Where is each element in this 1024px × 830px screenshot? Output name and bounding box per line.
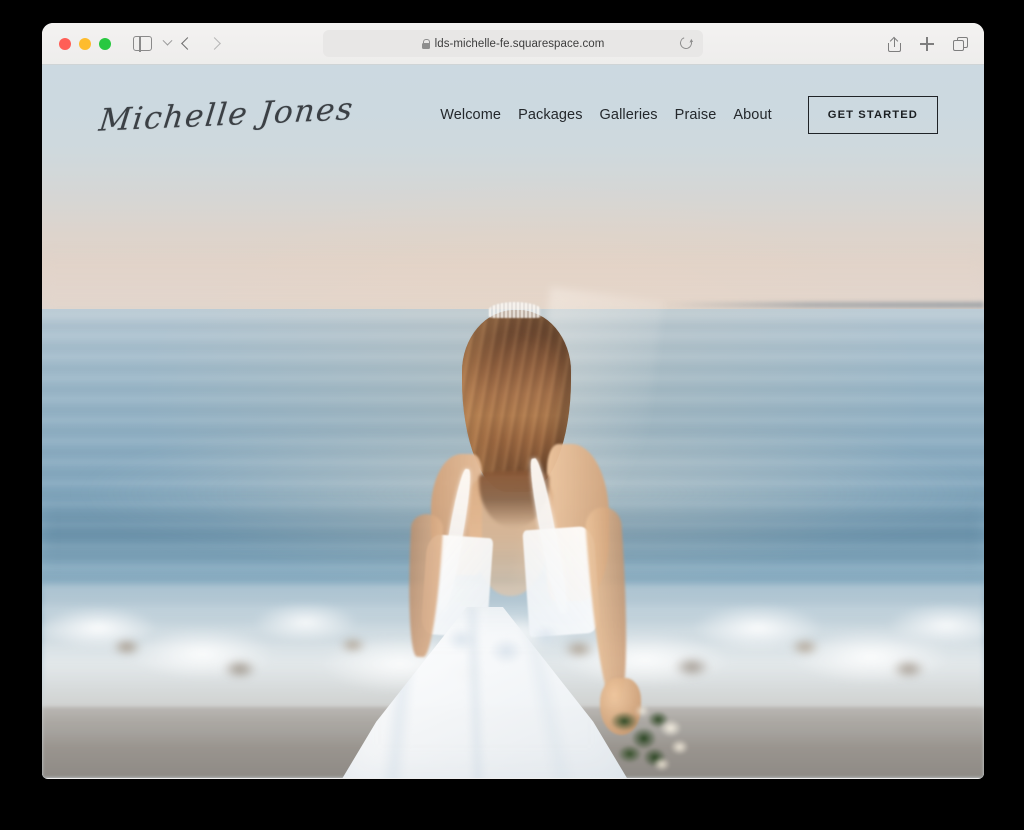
maximize-window-button[interactable] bbox=[99, 37, 111, 50]
chevron-down-icon[interactable] bbox=[162, 35, 173, 46]
tab-overview-icon[interactable] bbox=[953, 37, 968, 51]
lock-icon bbox=[421, 38, 431, 49]
bouquet bbox=[603, 692, 692, 778]
sidebar-controls bbox=[133, 35, 173, 52]
new-tab-icon[interactable] bbox=[920, 37, 934, 51]
navigation-arrows bbox=[181, 37, 221, 50]
nav-item-about[interactable]: About bbox=[733, 107, 771, 123]
site-navigation: Welcome Packages Galleries Praise About … bbox=[440, 96, 938, 134]
bouquet-flowers bbox=[603, 692, 692, 778]
get-started-button[interactable]: GET STARTED bbox=[807, 96, 938, 134]
browser-toolbar: lds-michelle-fe.squarespace.com bbox=[42, 23, 984, 65]
reload-icon[interactable] bbox=[678, 35, 694, 51]
hero-image bbox=[42, 65, 984, 778]
tiara bbox=[488, 302, 542, 319]
url-text: lds-michelle-fe.squarespace.com bbox=[434, 37, 605, 50]
back-button[interactable] bbox=[181, 37, 194, 50]
site-logo[interactable]: Michelle Jones bbox=[97, 91, 356, 138]
nav-item-praise[interactable]: Praise bbox=[675, 107, 717, 123]
nav-item-welcome[interactable]: Welcome bbox=[440, 107, 501, 123]
bride-figure bbox=[42, 65, 984, 778]
nav-item-galleries[interactable]: Galleries bbox=[600, 107, 658, 123]
address-bar[interactable]: lds-michelle-fe.squarespace.com bbox=[323, 30, 703, 57]
page-viewport: Michelle Jones Welcome Packages Gallerie… bbox=[42, 65, 984, 778]
close-window-button[interactable] bbox=[59, 37, 71, 50]
sidebar-icon[interactable] bbox=[133, 35, 152, 52]
nav-item-packages[interactable]: Packages bbox=[518, 107, 582, 123]
browser-window: lds-michelle-fe.squarespace.com Michelle… bbox=[42, 23, 984, 779]
window-controls bbox=[59, 37, 111, 50]
site-header: Michelle Jones Welcome Packages Gallerie… bbox=[42, 65, 984, 165]
minimize-window-button[interactable] bbox=[79, 37, 91, 50]
toolbar-right-icons bbox=[888, 23, 968, 65]
forward-button[interactable] bbox=[208, 37, 221, 50]
share-icon[interactable] bbox=[888, 36, 901, 52]
lace-appliques bbox=[428, 614, 579, 679]
